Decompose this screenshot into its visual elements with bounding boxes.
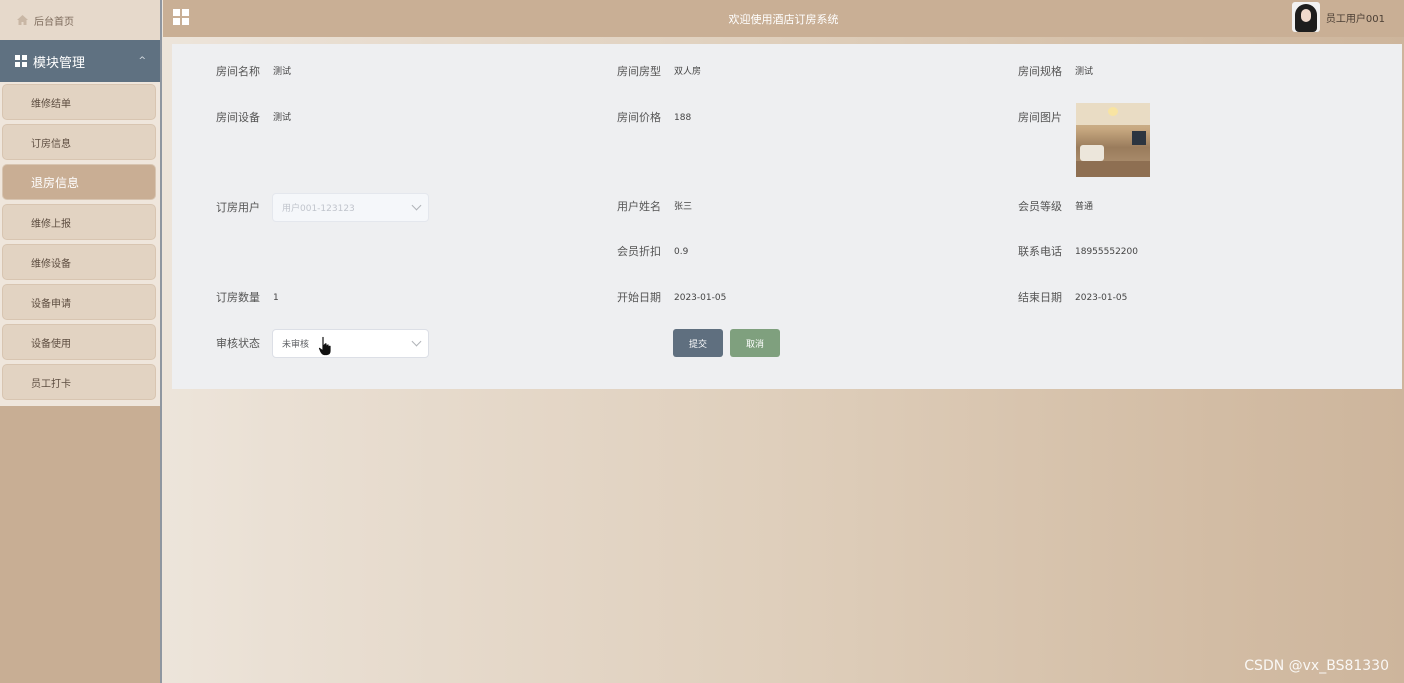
member-level-field: 会员等级 普通: [1018, 200, 1093, 214]
chevron-up-icon: ^: [138, 56, 146, 66]
member-level-label: 会员等级: [1018, 200, 1062, 213]
review-status-value: 未审核: [282, 340, 310, 350]
phone-value: 18955552200: [1075, 247, 1138, 257]
grid-icon: [15, 55, 27, 67]
room-equipment-label: 房间设备: [216, 111, 260, 124]
room-price-label: 房间价格: [617, 111, 661, 124]
top-bar: 欢迎使用酒店订房系统 员工用户001: [163, 0, 1404, 37]
sidebar-home-label: 后台首页: [34, 16, 74, 28]
booking-user-field: 订房用户 用户001-123123: [216, 193, 429, 222]
page-title: 欢迎使用酒店订房系统: [728, 13, 839, 26]
phone-label: 联系电话: [1018, 245, 1062, 258]
booking-user-select: 用户001-123123: [272, 193, 429, 222]
sidebar-item-label: 维修设备: [31, 258, 71, 270]
sidebar-item-repair-equipment[interactable]: 维修设备: [2, 244, 156, 280]
home-icon: [16, 14, 28, 26]
watermark: CSDN @vx_BS81330: [1244, 658, 1389, 674]
sidebar-item-label: 维修上报: [31, 218, 71, 230]
booking-quantity-label: 订房数量: [216, 291, 260, 304]
sidebar-home[interactable]: 后台首页: [0, 0, 160, 40]
chevron-down-icon: [411, 336, 422, 347]
sidebar-item-repair-report[interactable]: 维修上报: [2, 204, 156, 240]
room-image-label: 房间图片: [1018, 111, 1062, 124]
cancel-button[interactable]: 取消: [730, 329, 780, 357]
room-equipment-field: 房间设备 测试: [216, 111, 291, 125]
phone-field: 联系电话 18955552200: [1018, 245, 1138, 259]
user-name-field: 用户姓名 张三: [617, 200, 692, 214]
user-menu[interactable]: 员工用户001: [1291, 2, 1385, 32]
end-date-label: 结束日期: [1018, 291, 1062, 304]
booking-quantity-value: 1: [273, 293, 279, 303]
room-equipment-value: 测试: [273, 113, 292, 123]
member-discount-field: 会员折扣 0.9: [617, 245, 688, 259]
module-menu: 维修结单 订房信息 退房信息 维修上报 维修设备 设备申请 设备使用 员工打卡: [0, 82, 160, 406]
username: 员工用户001: [1325, 13, 1385, 25]
sidebar-item-checkout-info[interactable]: 退房信息: [2, 164, 156, 200]
review-status-label: 审核状态: [216, 336, 260, 350]
room-price-field: 房间价格 188: [617, 111, 691, 125]
start-date-value: 2023-01-05: [674, 293, 727, 303]
room-spec-value: 测试: [1075, 67, 1094, 77]
checkout-form: 房间名称 测试 房间房型 双人房 房间规格 测试 房间设备 测试 房间价格 18…: [172, 44, 1402, 389]
room-name-field: 房间名称 测试: [216, 65, 291, 79]
member-discount-label: 会员折扣: [617, 245, 661, 258]
sidebar-item-label: 维修结单: [31, 98, 71, 110]
room-price-value: 188: [674, 113, 692, 123]
start-date-field: 开始日期 2023-01-05: [617, 291, 726, 305]
user-name-value: 张三: [674, 202, 693, 212]
sidebar-item-employee-clockin[interactable]: 员工打卡: [2, 364, 156, 400]
hand-cursor-icon: [318, 336, 332, 356]
chevron-down-icon: [411, 200, 422, 211]
room-image-field: 房间图片: [1018, 103, 1150, 177]
room-type-field: 房间房型 双人房: [617, 65, 701, 79]
sidebar-item-repair-close[interactable]: 维修结单: [2, 84, 156, 120]
end-date-value: 2023-01-05: [1075, 293, 1128, 303]
sidebar-item-booking-info[interactable]: 订房信息: [2, 124, 156, 160]
end-date-field: 结束日期 2023-01-05: [1018, 291, 1127, 305]
sidebar-item-label: 设备申请: [31, 298, 71, 310]
avatar: [1291, 2, 1320, 32]
sidebar-item-label: 员工打卡: [31, 378, 71, 390]
user-name-label: 用户姓名: [617, 200, 661, 213]
sidebar-item-label: 设备使用: [31, 338, 71, 350]
booking-quantity-field: 订房数量 1: [216, 291, 279, 305]
module-management-label: 模块管理: [33, 55, 86, 71]
room-name-label: 房间名称: [216, 65, 260, 78]
sidebar-item-equipment-request[interactable]: 设备申请: [2, 284, 156, 320]
member-discount-value: 0.9: [674, 247, 689, 257]
sidebar-item-label: 退房信息: [31, 175, 80, 190]
room-spec-field: 房间规格 测试: [1018, 65, 1093, 79]
sidebar-item-equipment-usage[interactable]: 设备使用: [2, 324, 156, 360]
room-image[interactable]: [1076, 103, 1150, 177]
sidebar: 后台首页 模块管理 ^ 维修结单 订房信息 退房信息 维修上报 维修设备 设备申…: [0, 0, 162, 683]
start-date-label: 开始日期: [617, 291, 661, 304]
room-type-label: 房间房型: [617, 65, 661, 78]
module-management-header[interactable]: 模块管理 ^: [0, 40, 160, 82]
room-type-value: 双人房: [674, 67, 702, 77]
member-level-value: 普通: [1075, 202, 1094, 212]
room-name-value: 测试: [273, 67, 292, 77]
booking-user-value: 用户001-123123: [282, 204, 355, 214]
sidebar-item-label: 订房信息: [31, 138, 71, 150]
submit-button[interactable]: 提交: [673, 329, 723, 357]
review-status-select[interactable]: 未审核: [272, 329, 429, 358]
booking-user-label: 订房用户: [216, 200, 260, 214]
room-spec-label: 房间规格: [1018, 65, 1062, 78]
